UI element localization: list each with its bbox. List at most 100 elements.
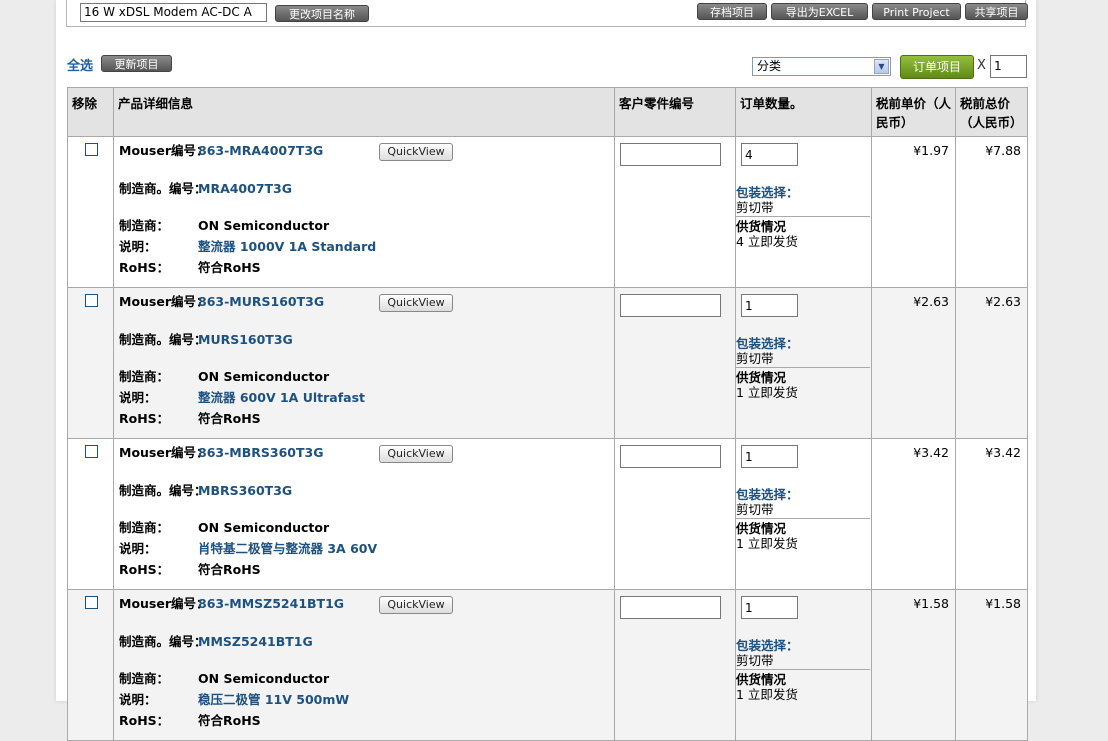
order-qty-cell: 1 包装选择： 剪切带 供货情况 1 立即发货 bbox=[735, 438, 872, 590]
order-qty-cell: 1 包装选择： 剪切带 供货情况 1 立即发货 bbox=[735, 589, 872, 741]
print-project-button[interactable]: Print Project bbox=[872, 3, 961, 20]
customer-pn-cell bbox=[614, 136, 736, 288]
desc-link[interactable]: 整流器 1000V 1A Standard bbox=[198, 239, 376, 254]
mouser-no-link[interactable]: 863-MRA4007T3G bbox=[198, 143, 323, 158]
rohs-value: 符合RoHS bbox=[198, 411, 261, 426]
mfr-value: ON Semiconductor bbox=[198, 520, 330, 535]
desc-label: 说明： bbox=[119, 239, 157, 254]
quickview-button[interactable]: QuickView bbox=[379, 445, 453, 463]
quickview-button[interactable]: QuickView bbox=[379, 294, 453, 312]
mouser-no-link[interactable]: 863-MBRS360T3G bbox=[198, 445, 323, 460]
remove-cell bbox=[67, 287, 114, 439]
availability-value: 4 立即发货 bbox=[736, 234, 798, 249]
remove-checkbox[interactable] bbox=[85, 445, 98, 458]
qty-input[interactable]: 1 bbox=[741, 294, 798, 317]
header-total-price: 税前总价（人民币） bbox=[955, 87, 1028, 137]
rohs-value: 符合RoHS bbox=[198, 562, 261, 577]
select-all-link[interactable]: 全选 bbox=[67, 55, 93, 74]
unit-price-cell: ¥1.97 bbox=[871, 136, 956, 288]
qty-input[interactable]: 1 bbox=[741, 445, 798, 468]
availability-box: 供货情况 1 立即发货 bbox=[736, 367, 870, 400]
mfr-no-label: 制造商。编号： bbox=[119, 634, 207, 649]
desc-link[interactable]: 整流器 600V 1A Ultrafast bbox=[198, 390, 365, 405]
details-cell: Mouser编号： 863-MBRS360T3G QuickView 制造商。编… bbox=[113, 438, 615, 590]
packaging-value: 剪切带 bbox=[736, 653, 774, 668]
mouser-no-link[interactable]: 863-MMSZ5241BT1G bbox=[198, 596, 344, 611]
order-qty-cell: 1 包装选择： 剪切带 供货情况 1 立即发货 bbox=[735, 287, 872, 439]
share-project-button[interactable]: 共享项目 bbox=[965, 3, 1028, 20]
details-cell: Mouser编号： 863-MURS160T3G QuickView 制造商。编… bbox=[113, 287, 615, 439]
mfr-label: 制造商： bbox=[119, 671, 170, 686]
remove-checkbox[interactable] bbox=[85, 596, 98, 609]
availability-value: 1 立即发货 bbox=[736, 536, 798, 551]
rohs-label: RoHS： bbox=[119, 562, 170, 577]
update-items-button[interactable]: 更新项目 bbox=[101, 55, 172, 72]
availability-box: 供货情况 1 立即发货 bbox=[736, 518, 870, 551]
export-excel-button[interactable]: 导出为EXCEL bbox=[771, 3, 868, 20]
rename-project-button[interactable]: 更改项目名称 bbox=[275, 5, 369, 22]
mfr-no-link[interactable]: MRA4007T3G bbox=[198, 181, 292, 196]
rohs-label: RoHS： bbox=[119, 411, 170, 426]
mfr-no-link[interactable]: MURS160T3G bbox=[198, 332, 293, 347]
customer-pn-cell bbox=[614, 438, 736, 590]
unit-price-cell: ¥3.42 bbox=[871, 438, 956, 590]
quickview-button[interactable]: QuickView bbox=[379, 143, 453, 161]
project-name-input[interactable]: 16 W xDSL Modem AC-DC A bbox=[80, 3, 267, 22]
table-row: Mouser编号： 863-MRA4007T3G QuickView 制造商。编… bbox=[67, 136, 1028, 288]
order-multiplier-input[interactable]: 1 bbox=[990, 55, 1027, 78]
mfr-label: 制造商： bbox=[119, 369, 170, 384]
chevron-down-icon[interactable]: ▼ bbox=[874, 59, 889, 74]
qty-input[interactable]: 4 bbox=[741, 143, 798, 166]
packaging-value: 剪切带 bbox=[736, 502, 774, 517]
table-row: Mouser编号： 863-MMSZ5241BT1G QuickView 制造商… bbox=[67, 589, 1028, 741]
page-container: 16 W xDSL Modem AC-DC A 更改项目名称 存档项目 导出为E… bbox=[56, 0, 1036, 741]
desc-link[interactable]: 稳压二极管 11V 500mW bbox=[198, 692, 349, 707]
remove-cell bbox=[67, 136, 114, 288]
customer-pn-input[interactable] bbox=[620, 445, 721, 468]
total-price-cell: ¥7.88 bbox=[955, 136, 1028, 288]
desc-link[interactable]: 肖特基二极管与整流器 3A 60V bbox=[198, 541, 377, 556]
details-cell: Mouser编号： 863-MMSZ5241BT1G QuickView 制造商… bbox=[113, 589, 615, 741]
mouser-no-link[interactable]: 863-MURS160T3G bbox=[198, 294, 324, 309]
remove-checkbox[interactable] bbox=[85, 143, 98, 156]
order-qty-cell: 4 包装选择： 剪切带 供货情况 4 立即发货 bbox=[735, 136, 872, 288]
total-price-cell: ¥3.42 bbox=[955, 438, 1028, 590]
availability-box: 供货情况 4 立即发货 bbox=[736, 216, 870, 249]
mouser-no-label: Mouser编号： bbox=[119, 596, 209, 611]
header-order-qty: 订单数量。 bbox=[735, 87, 872, 137]
mouser-no-label: Mouser编号： bbox=[119, 445, 209, 460]
remove-checkbox[interactable] bbox=[85, 294, 98, 307]
qty-input[interactable]: 1 bbox=[741, 596, 798, 619]
packaging-value: 剪切带 bbox=[736, 351, 774, 366]
availability-label: 供货情况 bbox=[736, 521, 787, 536]
table-row: Mouser编号： 863-MURS160T3G QuickView 制造商。编… bbox=[67, 287, 1028, 439]
rohs-value: 符合RoHS bbox=[198, 260, 261, 275]
mfr-no-link[interactable]: MMSZ5241BT1G bbox=[198, 634, 313, 649]
mfr-no-link[interactable]: MBRS360T3G bbox=[198, 483, 292, 498]
header-unit-price: 税前单价（人民币） bbox=[871, 87, 956, 137]
save-project-button[interactable]: 存档项目 bbox=[697, 3, 767, 20]
project-header-bar: 16 W xDSL Modem AC-DC A 更改项目名称 存档项目 导出为E… bbox=[66, 0, 1028, 27]
header-customer-pn: 客户零件编号 bbox=[614, 87, 736, 137]
availability-label: 供货情况 bbox=[736, 370, 787, 385]
quickview-button[interactable]: QuickView bbox=[379, 596, 453, 614]
customer-pn-cell bbox=[614, 589, 736, 741]
desc-label: 说明： bbox=[119, 390, 157, 405]
availability-box: 供货情况 1 立即发货 bbox=[736, 669, 870, 702]
mfr-no-label: 制造商。编号： bbox=[119, 332, 207, 347]
customer-pn-input[interactable] bbox=[620, 294, 721, 317]
customer-pn-input[interactable] bbox=[620, 596, 721, 619]
mouser-no-label: Mouser编号： bbox=[119, 294, 209, 309]
total-price-cell: ¥1.58 bbox=[955, 589, 1028, 741]
multiply-sign: X bbox=[977, 58, 986, 73]
details-cell: Mouser编号： 863-MRA4007T3G QuickView 制造商。编… bbox=[113, 136, 615, 288]
mfr-value: ON Semiconductor bbox=[198, 369, 330, 384]
category-select[interactable]: 分类 ▼ bbox=[752, 57, 891, 76]
availability-label: 供货情况 bbox=[736, 219, 787, 234]
availability-label: 供货情况 bbox=[736, 672, 787, 687]
desc-label: 说明： bbox=[119, 692, 157, 707]
unit-price-cell: ¥2.63 bbox=[871, 287, 956, 439]
header-remove: 移除 bbox=[67, 87, 114, 137]
order-items-button[interactable]: 订单项目 bbox=[900, 55, 974, 79]
customer-pn-input[interactable] bbox=[620, 143, 721, 166]
